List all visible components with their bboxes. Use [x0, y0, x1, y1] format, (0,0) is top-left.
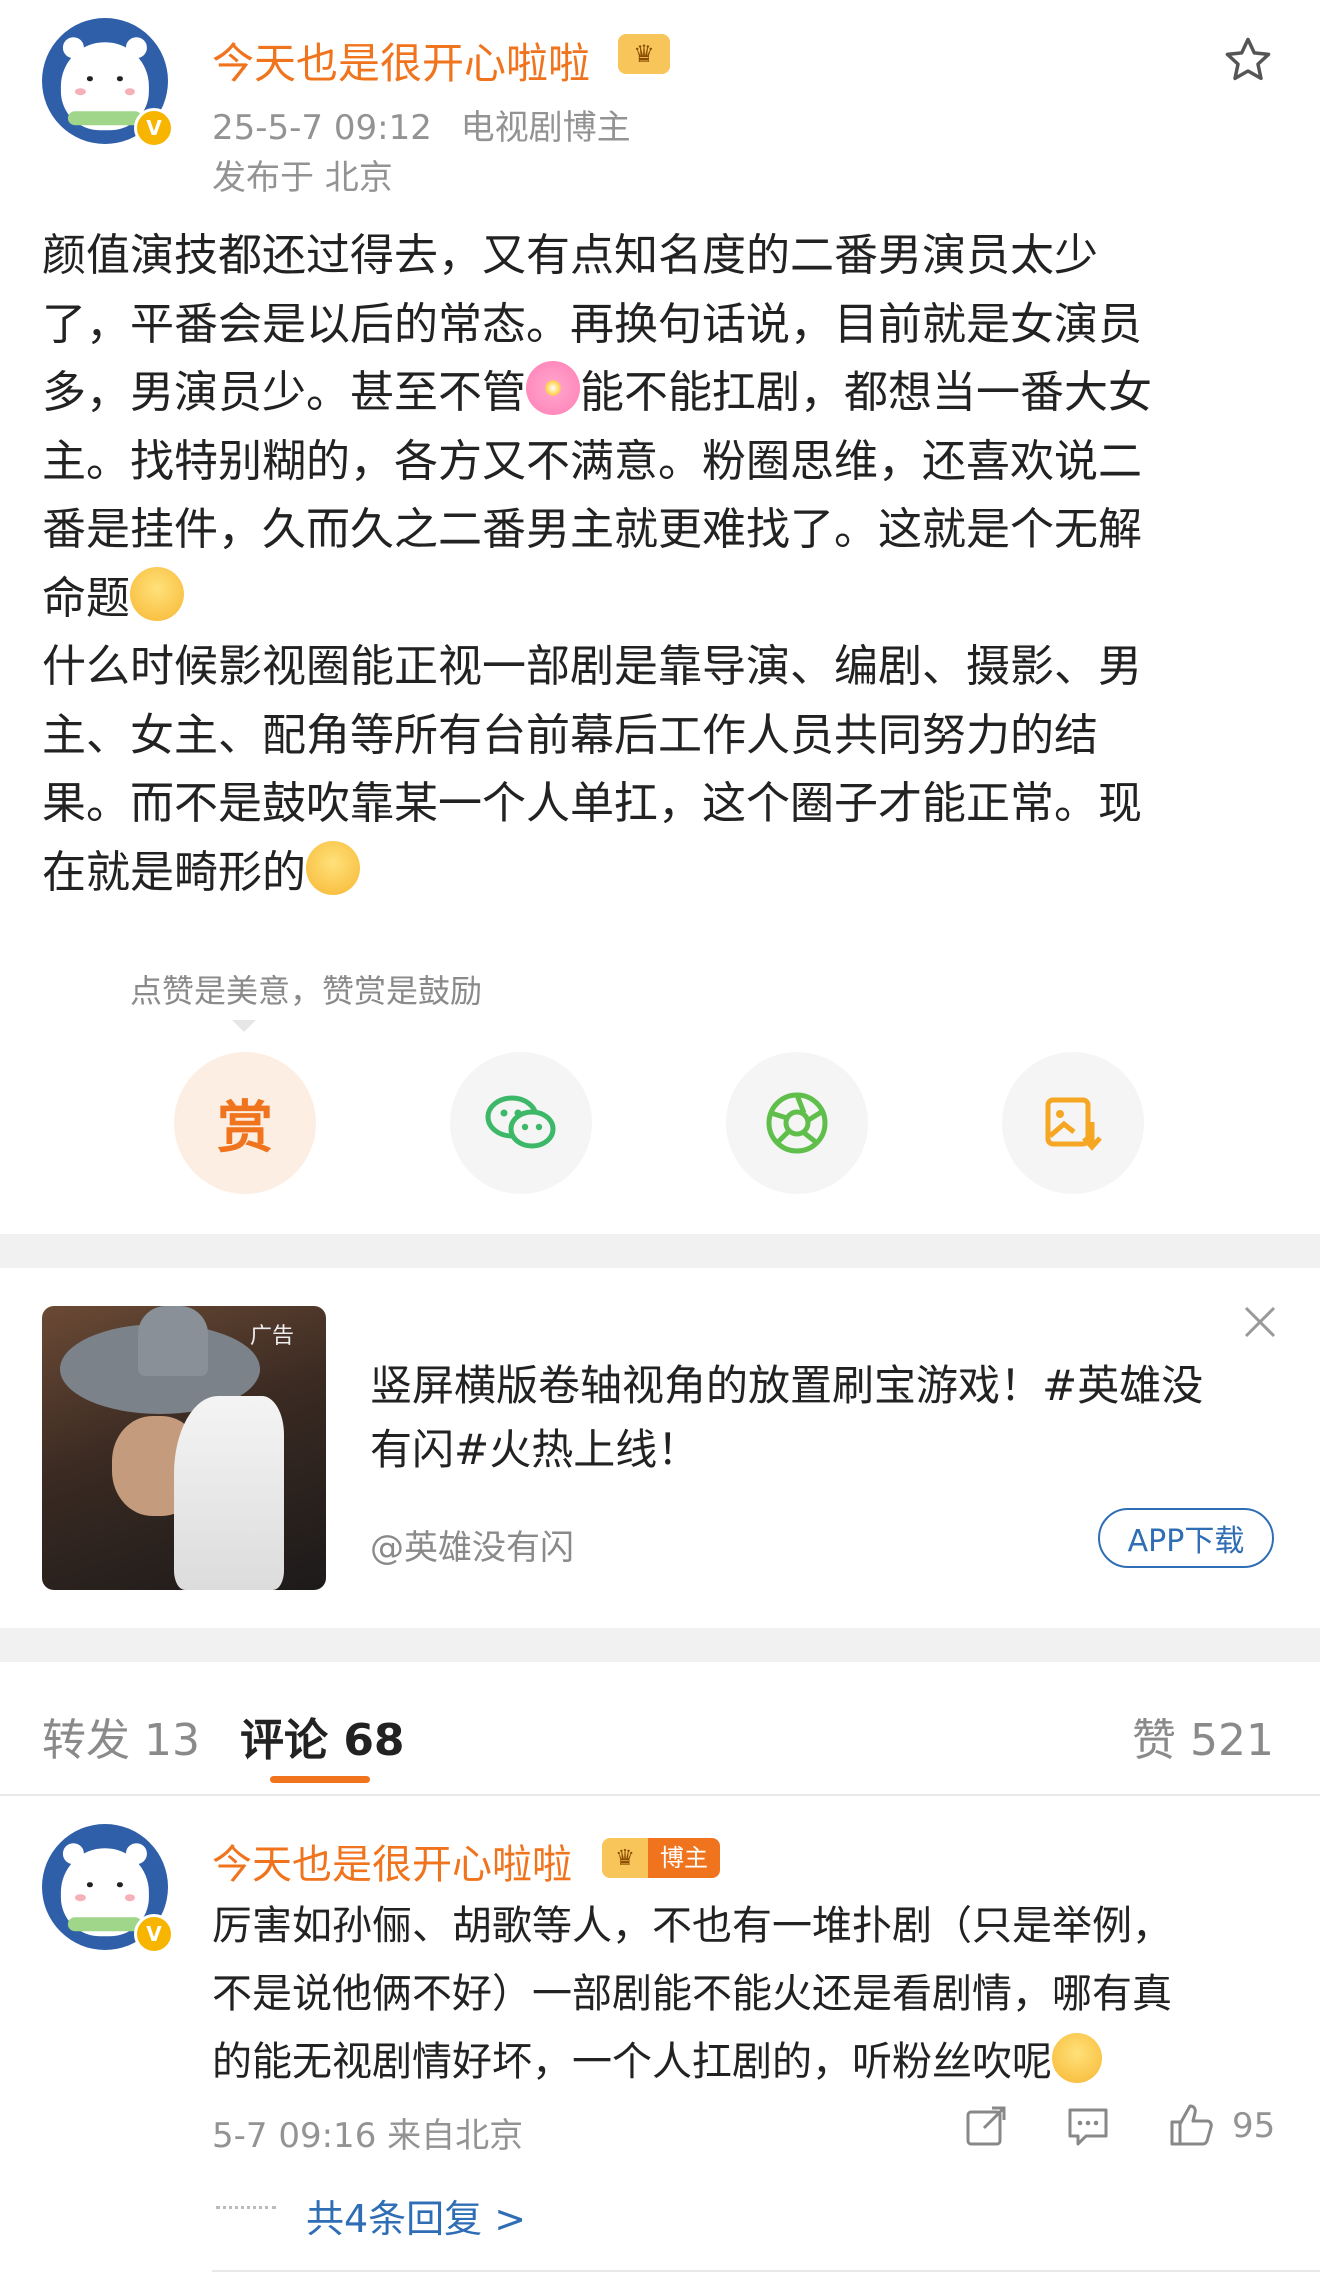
share-moments-button[interactable]: [726, 1052, 868, 1194]
app-download-button[interactable]: APP下载: [1098, 1508, 1274, 1568]
comment-line: 厉害如孙俪、胡歌等人，不也有一堆扑剧（只是举例，: [212, 1903, 1172, 1949]
favorite-star-icon[interactable]: [1222, 34, 1274, 86]
comment-reply-icon[interactable]: [1064, 2102, 1112, 2150]
app-download-label: APP下载: [1127, 1524, 1245, 1559]
replies-dots: [216, 2206, 276, 2209]
post-line: 果。而不是鼓吹靠某一个人单扛，这个圈子才能正常。现: [42, 778, 1142, 829]
post-line: 命题: [42, 572, 130, 624]
tabs-separator: [0, 1794, 1320, 1796]
post-line: 什么时候影视圈能正视一部剧是靠导演、编剧、摄影、男: [42, 641, 1142, 692]
post-line: 颜值演技都还过得去，又有点知名度的二番男演员太少: [42, 230, 1098, 281]
ad-tag: 广告: [250, 1324, 295, 1349]
post-line: 了，平番会是以后的常态。再换句话说，目前就是女演员: [42, 298, 1142, 350]
comment-author-name[interactable]: 今天也是很开心啦啦: [212, 1832, 572, 1890]
cherry-blossom-emoji-icon: [526, 361, 580, 415]
view-replies-link[interactable]: 共4条回复 >: [306, 2188, 526, 2243]
post-line: 能不能扛剧，都想当一番大女: [580, 367, 1152, 418]
save-image-button[interactable]: [1002, 1052, 1144, 1194]
post-body: 颜值演技都还过得去，又有点知名度的二番男演员太少 了，平番会是以后的常态。再换句…: [42, 222, 1282, 907]
thinking-emoji-icon: [306, 840, 360, 895]
tab-repost[interactable]: 转发 13: [42, 1704, 200, 1768]
ad-title-line: 竖屏横版卷轴视角的放置刷宝游戏！#英雄没: [370, 1361, 1204, 1410]
post-line: 主。找特别糊的，各方又不满意。粉圈思维，还喜欢说二: [42, 435, 1142, 487]
tab-likes[interactable]: 赞 521: [1132, 1704, 1274, 1768]
verified-badge-icon: V: [134, 1914, 174, 1954]
comment-line: 的能无视剧情好坏，一个人扛剧的，听粉丝吹呢: [212, 2039, 1052, 2085]
reward-label: 赏: [217, 1095, 273, 1161]
author-avatar[interactable]: V: [42, 18, 174, 148]
comment-body: 厉害如孙俪、胡歌等人，不也有一堆扑剧（只是举例， 不是说他俩不好）一部剧能不能火…: [212, 1892, 1292, 2096]
comment-separator: [212, 2270, 1320, 2272]
post-line: 番是挂件，久而久之二番男主就更难找了。这就是个无解: [42, 504, 1142, 555]
laughing-tears-emoji-icon: [130, 566, 184, 621]
share-wechat-button[interactable]: [450, 1052, 592, 1194]
wechat-icon: [485, 1095, 556, 1149]
ad-image[interactable]: 广告: [42, 1306, 326, 1590]
member-crown-icon: ♛: [618, 34, 670, 74]
ad-close-icon[interactable]: [1240, 1302, 1280, 1342]
author-role: 电视剧博主: [460, 108, 631, 148]
tab-comments[interactable]: 评论 68: [240, 1704, 405, 1768]
comment-repost-icon[interactable]: [962, 2102, 1010, 2150]
ad-source[interactable]: @英雄没有闪: [370, 1520, 574, 1569]
post-timestamp: 25-5-7 09:12: [212, 108, 432, 148]
blogger-badge: ♛ 博主: [602, 1838, 720, 1878]
author-name[interactable]: 今天也是很开心啦啦: [212, 30, 590, 91]
section-divider: [0, 1234, 1320, 1268]
reward-button[interactable]: 赏: [174, 1052, 316, 1194]
verified-badge-icon: V: [134, 108, 174, 148]
section-divider: [0, 1628, 1320, 1662]
comment-like-icon[interactable]: [1166, 2100, 1216, 2150]
moments-aperture-icon: [766, 1092, 828, 1154]
comment-meta: 5-7 09:16 来自北京: [212, 2116, 524, 2156]
blogger-badge-label: 博主: [648, 1838, 720, 1878]
hat-top-shape: [138, 1306, 208, 1376]
member-crown-icon: ♛: [602, 1838, 648, 1878]
reward-tip: 点赞是美意，赞赏是鼓励: [130, 972, 483, 1010]
active-tab-indicator: [270, 1776, 370, 1783]
tip-pointer: [232, 1020, 256, 1032]
ad-title[interactable]: 竖屏横版卷轴视角的放置刷宝游戏！#英雄没 有闪#火热上线！: [370, 1354, 1203, 1482]
post-line: 在就是畸形的: [42, 846, 306, 898]
commenter-avatar[interactable]: V: [42, 1824, 174, 1954]
white-hair-shape: [174, 1396, 284, 1590]
ad-title-line: 有闪#火热上线！: [370, 1425, 700, 1474]
save-image-icon: [1045, 1097, 1102, 1151]
comment-line: 不是说他俩不好）一部剧能不能火还是看剧情，哪有真: [212, 1971, 1172, 2017]
thinking-emoji-icon: [1052, 2033, 1102, 2083]
post-location: 发布于 北京: [212, 158, 393, 198]
post-line: 主、女主、配角等所有台前幕后工作人员共同努力的结: [42, 709, 1098, 761]
comment-like-count: 95: [1232, 2106, 1276, 2146]
post-line: 多，男演员少。甚至不管: [42, 367, 526, 418]
